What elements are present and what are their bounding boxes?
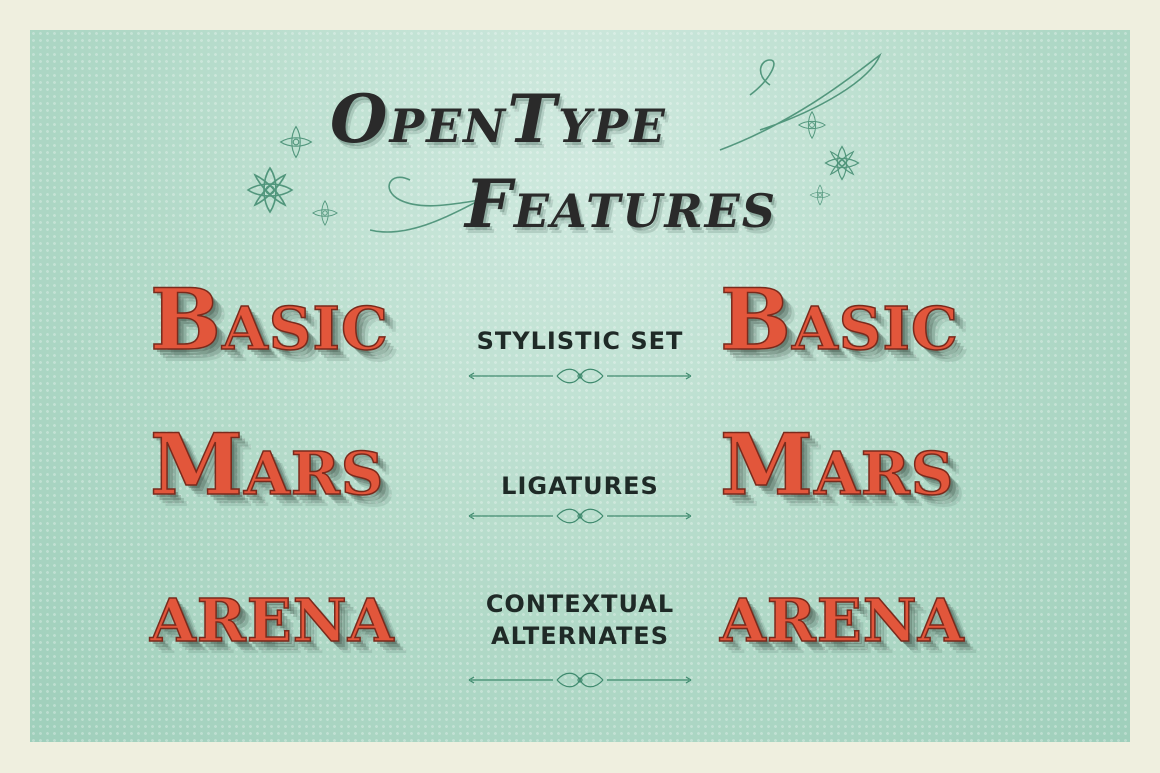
- title-line-2: Features: [465, 165, 777, 243]
- feature-label-line-2: ALTERNATES: [491, 622, 669, 650]
- sample-word-default: arena: [149, 561, 395, 662]
- divider-flourish-icon: [468, 368, 692, 384]
- feature-label: CONTEXTUAL ALTERNATES: [455, 588, 705, 652]
- sample-word-contextual-alternates: arena: [719, 561, 965, 662]
- divider-flourish-icon: [468, 508, 692, 524]
- title-line-1: OpenType: [330, 80, 667, 158]
- sample-word-stylistic-set: Basic: [719, 269, 959, 370]
- sample-word-default: Basic: [149, 269, 389, 370]
- feature-label-line-1: CONTEXTUAL: [485, 590, 675, 618]
- sample-word-default: Mars: [149, 414, 385, 515]
- feature-label: LIGATURES: [501, 472, 659, 500]
- divider-flourish-icon: [468, 672, 692, 688]
- title: OpenType Features: [300, 70, 820, 270]
- feature-label: STYLISTIC SET: [476, 327, 684, 355]
- sample-word-ligatures: Mars: [719, 414, 955, 515]
